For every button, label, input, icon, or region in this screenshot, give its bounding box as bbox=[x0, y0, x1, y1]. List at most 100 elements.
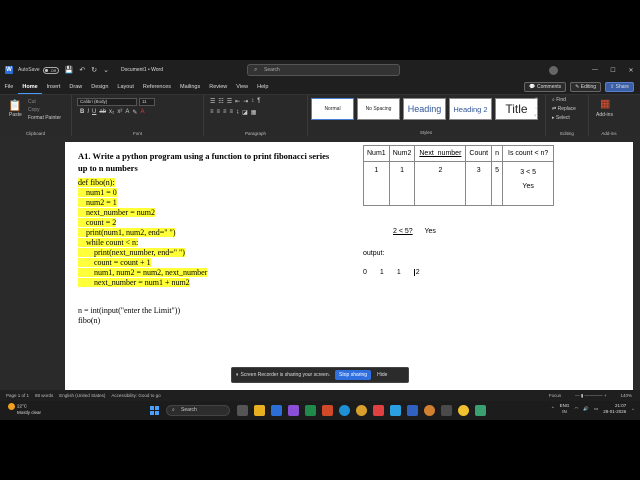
align-center-icon[interactable]: ≡ bbox=[217, 109, 221, 116]
task-view-icon[interactable] bbox=[237, 405, 248, 416]
font-size-select[interactable]: 11 bbox=[139, 98, 155, 106]
font-color-icon[interactable]: A bbox=[140, 109, 144, 116]
decrease-indent-icon[interactable]: ⇤ bbox=[235, 98, 240, 105]
cut-button[interactable]: Cut bbox=[28, 99, 36, 105]
tab-layout[interactable]: Layout bbox=[113, 80, 139, 94]
volume-icon[interactable]: 🔊 bbox=[583, 406, 589, 412]
browser-icon[interactable] bbox=[424, 405, 435, 416]
select-button[interactable]: ▸ Select bbox=[552, 115, 570, 121]
autosave-toggle[interactable]: Off bbox=[42, 66, 59, 74]
powerpoint-icon[interactable] bbox=[322, 405, 333, 416]
format-painter-button[interactable]: Format Painter bbox=[28, 115, 61, 121]
input-language[interactable]: ENG IN bbox=[560, 403, 570, 415]
line-spacing-icon[interactable]: ↨ bbox=[236, 109, 239, 116]
multilevel-list-icon[interactable]: ☰ bbox=[227, 98, 232, 105]
bold-button[interactable]: B bbox=[80, 109, 84, 116]
numbering-icon[interactable]: ☷ bbox=[218, 98, 223, 105]
excel-icon[interactable] bbox=[305, 405, 316, 416]
wifi-icon[interactable]: ◠ bbox=[574, 406, 578, 412]
tab-references[interactable]: References bbox=[138, 80, 175, 94]
zoom-slider[interactable]: — ▮ ———— + bbox=[575, 390, 606, 401]
stop-sharing-button[interactable]: Stop sharing bbox=[335, 370, 372, 380]
styles-scroll-up-icon[interactable]: ⌃ bbox=[534, 97, 538, 103]
find-button[interactable]: ⌕ Find bbox=[552, 97, 566, 103]
recorder-icon[interactable] bbox=[373, 405, 384, 416]
store-icon[interactable] bbox=[407, 405, 418, 416]
font-name-select[interactable]: Calibri (Body) bbox=[77, 98, 137, 106]
file-explorer-icon[interactable] bbox=[254, 405, 265, 416]
document-page[interactable]: A1. Write a python program using a funct… bbox=[65, 142, 633, 390]
undo-icon[interactable]: ↶ bbox=[79, 66, 85, 74]
tray-chevron-icon[interactable]: ⌃ bbox=[551, 406, 555, 412]
share-button[interactable]: ⇪ Share bbox=[605, 82, 634, 92]
justify-icon[interactable]: ≡ bbox=[230, 109, 234, 116]
word-icon[interactable] bbox=[271, 405, 282, 416]
borders-icon[interactable]: ▦ bbox=[251, 109, 257, 116]
document-area[interactable]: A1. Write a python program using a funct… bbox=[0, 136, 640, 390]
italic-button[interactable]: I bbox=[87, 109, 89, 116]
addins-icon[interactable]: ▦ bbox=[600, 97, 610, 110]
terminal-icon[interactable] bbox=[475, 405, 486, 416]
edge-icon[interactable] bbox=[339, 405, 350, 416]
windows-start-icon[interactable] bbox=[150, 406, 159, 415]
style-title[interactable]: Title bbox=[495, 98, 538, 120]
taskbar-search[interactable]: ⌕ Search bbox=[166, 405, 230, 416]
maximize-icon[interactable]: ☐ bbox=[604, 67, 622, 74]
tab-design[interactable]: Design bbox=[87, 80, 113, 94]
subscript-button[interactable]: x₂ bbox=[109, 109, 114, 116]
redo-icon[interactable]: ↻ bbox=[91, 66, 97, 74]
style-no-spacing[interactable]: No Spacing bbox=[357, 98, 400, 120]
sort-icon[interactable]: ↕ bbox=[251, 98, 254, 105]
highlight-icon[interactable]: ✎ bbox=[132, 109, 137, 116]
pilcrow-icon[interactable]: ¶ bbox=[257, 98, 260, 105]
style-normal[interactable]: Normal bbox=[311, 98, 354, 120]
underline-button[interactable]: U bbox=[92, 109, 96, 116]
tab-help[interactable]: Help bbox=[253, 80, 273, 94]
tab-view[interactable]: View bbox=[232, 80, 253, 94]
language-status[interactable]: English (United States) bbox=[59, 393, 105, 398]
styles-scroll-down-icon[interactable]: ⌄ bbox=[534, 105, 538, 111]
chrome-icon[interactable] bbox=[356, 405, 367, 416]
copy-button[interactable]: Copy bbox=[28, 107, 40, 113]
pause-icon[interactable]: ⏸ bbox=[236, 372, 239, 378]
vertical-scrollbar[interactable] bbox=[634, 136, 640, 390]
paste-icon[interactable]: 📋 bbox=[8, 99, 22, 112]
paste-button[interactable]: Paste bbox=[9, 112, 22, 118]
zoom-level[interactable]: 140% bbox=[620, 390, 632, 401]
addins-button[interactable]: Add-ins bbox=[596, 112, 613, 118]
replace-button[interactable]: ⇄ Replace bbox=[552, 106, 576, 112]
tab-review[interactable]: Review bbox=[205, 80, 232, 94]
copilot-icon[interactable] bbox=[288, 405, 299, 416]
tab-home[interactable]: Home bbox=[17, 81, 43, 94]
editing-mode-button[interactable]: ✎ Editing bbox=[570, 82, 602, 92]
chrome-profile-icon[interactable] bbox=[458, 405, 469, 416]
bullets-icon[interactable]: ☰ bbox=[210, 98, 215, 105]
notification-icon[interactable]: ◔ bbox=[631, 407, 634, 412]
clock[interactable]: 21:07 28-01-2026 bbox=[603, 403, 626, 415]
shading-icon[interactable]: ◪ bbox=[242, 109, 248, 116]
focus-button[interactable]: Focus bbox=[549, 390, 561, 401]
save-icon[interactable]: 💾 bbox=[65, 66, 74, 74]
page-count[interactable]: Page 1 of 1 bbox=[6, 393, 29, 398]
comments-button[interactable]: 💬 Comments bbox=[524, 82, 567, 92]
tab-mailings[interactable]: Mailings bbox=[176, 80, 205, 94]
minimize-icon[interactable]: — bbox=[586, 67, 604, 73]
style-heading-2[interactable]: Heading 2 bbox=[449, 98, 492, 120]
style-heading[interactable]: Heading bbox=[403, 98, 446, 120]
strikethrough-button[interactable]: ab bbox=[99, 109, 106, 116]
tab-insert[interactable]: Insert bbox=[42, 80, 65, 94]
mail-icon[interactable] bbox=[390, 405, 401, 416]
text-effects-icon[interactable]: A bbox=[125, 109, 129, 116]
tab-draw[interactable]: Draw bbox=[65, 80, 87, 94]
superscript-button[interactable]: x² bbox=[117, 109, 122, 116]
tab-file[interactable]: File bbox=[0, 80, 18, 94]
quick-access-chevron-icon[interactable]: ⌄ bbox=[103, 66, 109, 74]
align-right-icon[interactable]: ≡ bbox=[223, 109, 227, 116]
accessibility-status[interactable]: Accessibility: Good to go bbox=[111, 393, 160, 398]
styles-more-icon[interactable]: ▾ bbox=[534, 113, 537, 119]
increase-indent-icon[interactable]: ⇥ bbox=[243, 98, 248, 105]
hide-button[interactable]: Hide bbox=[377, 372, 387, 378]
app-icon[interactable] bbox=[441, 405, 452, 416]
weather-widget[interactable]: 22°C Mostly clear bbox=[8, 403, 41, 416]
align-left-icon[interactable]: ≡ bbox=[210, 109, 214, 116]
